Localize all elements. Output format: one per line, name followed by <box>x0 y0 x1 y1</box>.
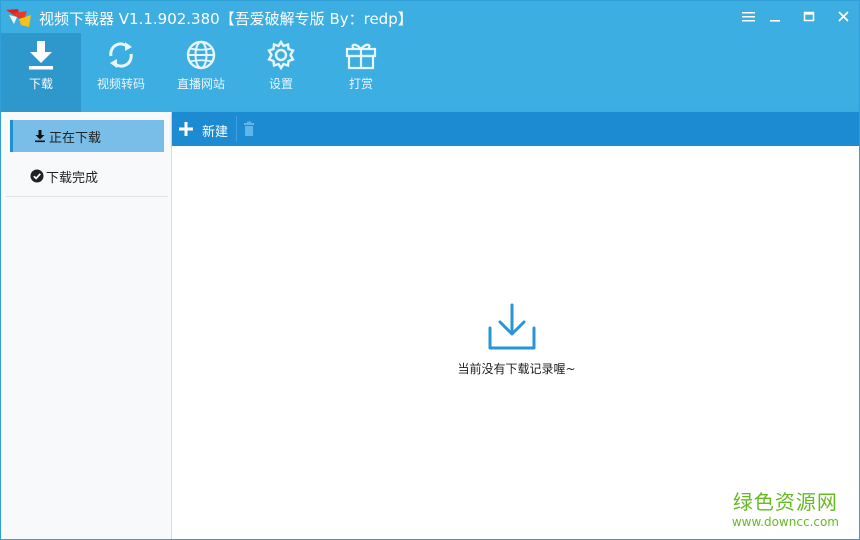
watermark: 绿色资源网 www.downcc.com <box>732 486 839 529</box>
nav-download[interactable]: 下载 <box>1 33 81 112</box>
app-logo-icon <box>6 9 31 27</box>
sidebar-item-downloading[interactable]: 正在下载 <box>10 120 164 152</box>
trash-icon[interactable] <box>242 121 256 137</box>
empty-state-text: 当前没有下载记录喔~ <box>457 362 576 376</box>
menu-button[interactable] <box>737 7 759 27</box>
main-nav: 下载 视频转码 直播网站 设置 打赏 <box>1 33 859 112</box>
download-list: 当前没有下载记录喔~ 绿色资源网 www.downcc.com <box>172 146 859 539</box>
check-circle-icon <box>30 169 44 183</box>
sidebar-item-completed[interactable]: 下载完成 <box>10 160 164 192</box>
gift-icon <box>345 43 377 70</box>
minimize-button[interactable] <box>764 7 786 27</box>
nav-donate[interactable]: 打赏 <box>321 33 401 112</box>
sidebar-item-label: 正在下载 <box>49 131 102 146</box>
sidebar-item-label: 下载完成 <box>46 171 99 186</box>
globe-icon <box>186 40 216 70</box>
sidebar-divider <box>6 196 168 197</box>
nav-transcode[interactable]: 视频转码 <box>81 33 161 112</box>
watermark-title: 绿色资源网 <box>732 490 838 514</box>
nav-label: 打赏 <box>348 77 373 91</box>
toolbar-separator <box>236 116 237 142</box>
sidebar: 正在下载 下载完成 <box>1 112 172 539</box>
menu-icon <box>741 12 755 22</box>
close-icon <box>837 11 849 22</box>
nav-label: 下载 <box>28 77 53 91</box>
new-button-label: 新建 <box>202 125 229 140</box>
title-bar[interactable]: 视频下载器 V1.1.902.380【吾爱破解专版 By：redp】 <box>1 1 859 33</box>
plus-icon <box>179 122 193 136</box>
refresh-icon <box>109 42 133 68</box>
download-small-icon <box>35 130 45 143</box>
new-button[interactable]: 新建 <box>176 112 228 146</box>
minimize-icon <box>770 20 780 22</box>
maximize-icon <box>803 11 815 22</box>
watermark-url: www.downcc.com <box>731 515 839 529</box>
nav-live-sites[interactable]: 直播网站 <box>161 33 241 112</box>
nav-settings[interactable]: 设置 <box>241 33 321 112</box>
toolbar: 新建 <box>172 112 859 146</box>
maximize-button[interactable] <box>798 7 820 27</box>
close-button[interactable] <box>832 7 854 27</box>
header: 视频下载器 V1.1.902.380【吾爱破解专版 By：redp】 下载 视频… <box>1 1 859 112</box>
app-window: 视频下载器 V1.1.902.380【吾爱破解专版 By：redp】 下载 视频… <box>0 0 860 540</box>
download-empty-icon <box>488 303 536 350</box>
download-icon <box>29 41 53 70</box>
nav-label: 视频转码 <box>96 77 145 91</box>
gear-icon <box>267 39 295 71</box>
nav-label: 直播网站 <box>176 77 225 91</box>
window-title: 视频下载器 V1.1.902.380【吾爱破解专版 By：redp】 <box>39 10 413 28</box>
nav-label: 设置 <box>268 77 293 91</box>
